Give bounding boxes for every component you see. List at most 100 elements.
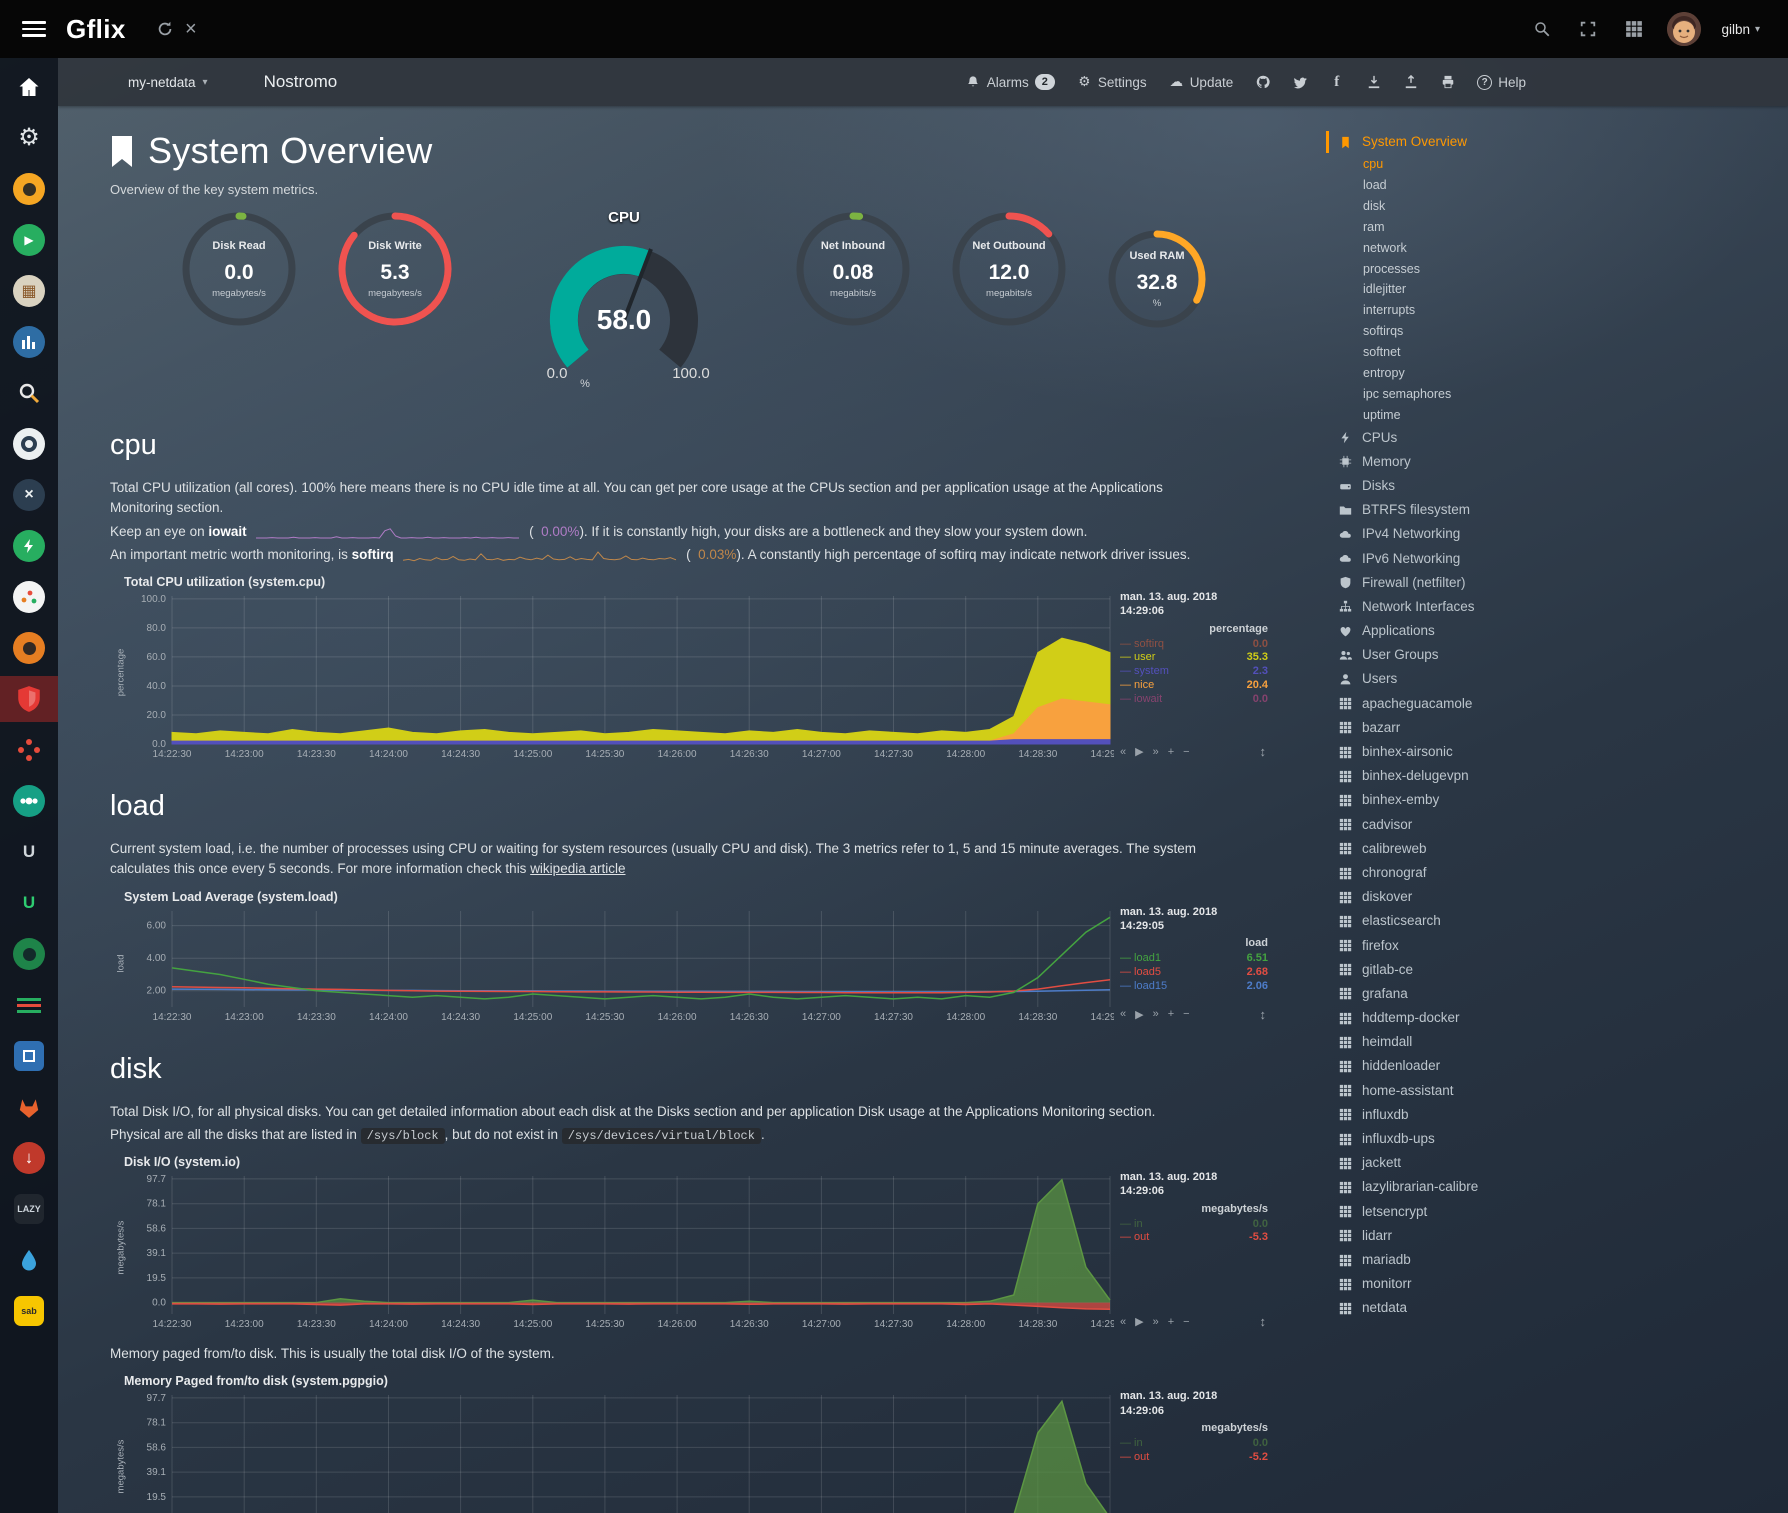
- menu-app-heimdall[interactable]: heimdall: [1326, 1030, 1572, 1054]
- app-lines[interactable]: [0, 982, 58, 1028]
- submenu-ram[interactable]: ram: [1326, 217, 1572, 238]
- refresh-icon[interactable]: [152, 16, 178, 42]
- legend-cpu-user[interactable]: — user35.3: [1120, 651, 1268, 665]
- zoom-in-button[interactable]: +: [1168, 1008, 1174, 1020]
- app-sabnzbd[interactable]: sab: [0, 1288, 58, 1334]
- menu-app-netdata[interactable]: netdata: [1326, 1296, 1572, 1320]
- settings-button[interactable]: ⚙: [0, 115, 58, 161]
- avatar[interactable]: [1667, 12, 1701, 46]
- menu-app-lidarr[interactable]: lidarr: [1326, 1224, 1572, 1248]
- app-orange-ring-2[interactable]: [0, 625, 58, 671]
- gauge-net_outbound[interactable]: Net Outbound12.0megabits/s: [949, 209, 1069, 334]
- help-button[interactable]: ? Help: [1477, 75, 1526, 90]
- legend-io-out[interactable]: — out-5.3: [1120, 1231, 1268, 1245]
- submenu-softirqs[interactable]: softirqs: [1326, 321, 1572, 342]
- pan-right-button[interactable]: »: [1153, 746, 1159, 758]
- zoom-out-button[interactable]: −: [1183, 746, 1189, 758]
- import-button[interactable]: [1366, 75, 1381, 90]
- wikipedia-link[interactable]: wikipedia article: [530, 861, 625, 876]
- zoom-in-button[interactable]: +: [1168, 1316, 1174, 1328]
- menu-app-influxdb-ups[interactable]: influxdb-ups: [1326, 1127, 1572, 1151]
- settings-button[interactable]: ⚙ Settings: [1077, 75, 1147, 90]
- menu-network-interfaces[interactable]: Network Interfaces: [1326, 595, 1572, 619]
- play-button[interactable]: ▶: [1135, 745, 1143, 758]
- menu-users[interactable]: Users: [1326, 667, 1572, 691]
- search-icon[interactable]: [1529, 16, 1555, 42]
- play-button[interactable]: ▶: [1135, 1008, 1143, 1021]
- menu-app-lazylibrarian-calibre[interactable]: lazylibrarian-calibre: [1326, 1175, 1572, 1199]
- section-heading-cpu[interactable]: cpu: [110, 429, 1278, 462]
- menu-ipv4-networking[interactable]: IPv4 Networking: [1326, 522, 1572, 546]
- app-white-ring[interactable]: [0, 421, 58, 467]
- menu-app-diskover[interactable]: diskover: [1326, 885, 1572, 909]
- menu-app-firefox[interactable]: firefox: [1326, 934, 1572, 958]
- submenu-idlejitter[interactable]: idlejitter: [1326, 279, 1572, 300]
- menu-ipv6-networking[interactable]: IPv6 Networking: [1326, 547, 1572, 571]
- fullscreen-icon[interactable]: [1575, 16, 1601, 42]
- server-selector[interactable]: my-netdata▾: [128, 75, 208, 90]
- legend-cpu-system[interactable]: — system2.3: [1120, 665, 1268, 679]
- menu-app-elasticsearch[interactable]: elasticsearch: [1326, 909, 1572, 933]
- menu-app-binhex-airsonic[interactable]: binhex-airsonic: [1326, 740, 1572, 764]
- menu-applications[interactable]: Applications: [1326, 619, 1572, 643]
- resize-handle[interactable]: ↕: [1260, 744, 1267, 759]
- menu-disks[interactable]: Disks: [1326, 474, 1572, 498]
- resize-handle[interactable]: ↕: [1260, 1007, 1267, 1022]
- menu-app-chronograf[interactable]: chronograf: [1326, 861, 1572, 885]
- gauge-disk_read[interactable]: Disk Read0.0megabytes/s: [179, 209, 299, 334]
- gauge-disk_write[interactable]: Disk Write5.3megabytes/s: [335, 209, 455, 334]
- menu-firewall-netfilter[interactable]: Firewall (netfilter): [1326, 571, 1572, 595]
- github-button[interactable]: [1255, 75, 1270, 90]
- twitter-button[interactable]: [1292, 75, 1307, 90]
- menu-memory[interactable]: Memory: [1326, 450, 1572, 474]
- legend-cpu-softirq[interactable]: — softirq0.0: [1120, 638, 1268, 652]
- app-teal-circles[interactable]: [0, 778, 58, 824]
- app-lazylibrarian[interactable]: LAZY: [0, 1186, 58, 1232]
- menu-app-calibreweb[interactable]: calibreweb: [1326, 837, 1572, 861]
- menu-app-hiddenloader[interactable]: hiddenloader: [1326, 1054, 1572, 1078]
- app-blue-square[interactable]: [0, 1033, 58, 1079]
- menu-app-binhex-emby[interactable]: binhex-emby: [1326, 788, 1572, 812]
- app-green-bolt[interactable]: [0, 523, 58, 569]
- section-heading-load[interactable]: load: [110, 790, 1278, 823]
- submenu-load[interactable]: load: [1326, 175, 1572, 196]
- submenu-disk[interactable]: disk: [1326, 196, 1572, 217]
- legend-cpu-nice[interactable]: — nice20.4: [1120, 679, 1268, 693]
- home-button[interactable]: [0, 64, 58, 110]
- export-button[interactable]: [1403, 75, 1418, 90]
- legend-pgpgio-in[interactable]: — in0.0: [1120, 1437, 1268, 1451]
- submenu-uptime[interactable]: uptime: [1326, 405, 1572, 426]
- close-icon[interactable]: ×: [178, 16, 204, 42]
- print-button[interactable]: [1440, 75, 1455, 90]
- pan-left-button[interactable]: «: [1120, 746, 1126, 758]
- section-heading-disk[interactable]: disk: [110, 1053, 1278, 1086]
- menu-app-grafana[interactable]: grafana: [1326, 982, 1572, 1006]
- pan-right-button[interactable]: »: [1153, 1316, 1159, 1328]
- chart-plot-io[interactable]: 14:22:3014:23:0014:23:3014:24:0014:24:30…: [124, 1170, 1114, 1330]
- pan-right-button[interactable]: »: [1153, 1008, 1159, 1020]
- menu-app-cadvisor[interactable]: cadvisor: [1326, 813, 1572, 837]
- apps-grid-icon[interactable]: [1621, 16, 1647, 42]
- gauge-net_inbound[interactable]: Net Inbound0.08megabits/s: [793, 209, 913, 334]
- app-dark-green-ring[interactable]: [0, 931, 58, 977]
- app-soundbars[interactable]: [0, 319, 58, 365]
- menu-system-overview[interactable]: System Overview: [1326, 130, 1572, 154]
- menu-app-mariadb[interactable]: mariadb: [1326, 1248, 1572, 1272]
- app-shield-active[interactable]: [0, 676, 58, 722]
- legend-io-in[interactable]: — in0.0: [1120, 1218, 1268, 1232]
- app-u-gray[interactable]: U: [0, 829, 58, 875]
- submenu-processes[interactable]: processes: [1326, 259, 1572, 280]
- resize-handle[interactable]: ↕: [1260, 1314, 1267, 1329]
- app-scatter[interactable]: [0, 574, 58, 620]
- legend-load-load5[interactable]: — load52.68: [1120, 966, 1268, 980]
- app-search[interactable]: [0, 370, 58, 416]
- legend-cpu-iowait[interactable]: — iowait0.0: [1120, 693, 1268, 707]
- menu-app-letsencrypt[interactable]: letsencrypt: [1326, 1200, 1572, 1224]
- facebook-button[interactable]: f: [1329, 75, 1344, 90]
- menu-app-monitorr[interactable]: monitorr: [1326, 1272, 1572, 1296]
- gauge-used_ram[interactable]: Used RAM32.8%: [1105, 227, 1209, 336]
- menu-btrfs-filesystem[interactable]: BTRFS filesystem: [1326, 498, 1572, 522]
- legend-load-load1[interactable]: — load16.51: [1120, 952, 1268, 966]
- submenu-softnet[interactable]: softnet: [1326, 342, 1572, 363]
- zoom-out-button[interactable]: −: [1183, 1008, 1189, 1020]
